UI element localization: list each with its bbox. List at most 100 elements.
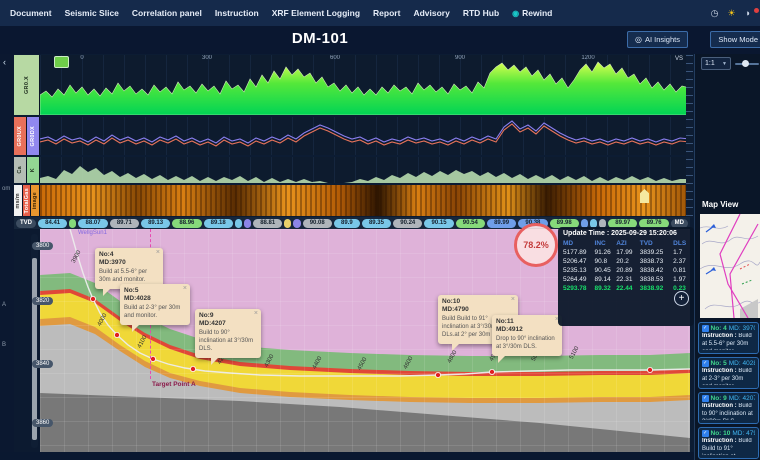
instruction-card[interactable]: ✓No: 5MD: 4028Instruction : Build at 2-3… bbox=[698, 357, 759, 389]
progress-badge: 78.2% bbox=[514, 223, 558, 267]
update-time: Update Time : 2025-09-29 15:20:06 bbox=[563, 230, 689, 237]
menu-item-correlation-panel[interactable]: Correlation panel bbox=[132, 8, 202, 18]
map-graphic bbox=[700, 214, 760, 318]
survey-cell: 3839.25 bbox=[640, 248, 673, 257]
curve-label-chip[interactable]: K bbox=[27, 157, 40, 183]
tvd-axis-label: 3800 bbox=[32, 242, 53, 250]
curve-label-chip[interactable]: Ca bbox=[14, 157, 27, 183]
track-handle[interactable] bbox=[54, 56, 69, 68]
callout-md: MD:4912 bbox=[496, 326, 558, 334]
ruler-tick: 900 bbox=[455, 55, 465, 61]
curve-label-chip[interactable]: GR0.X bbox=[14, 55, 40, 115]
curve-label-chip[interactable]: GR0UX bbox=[14, 117, 27, 155]
bottom-strip bbox=[0, 452, 694, 460]
ruler-tick: 0 bbox=[80, 55, 83, 61]
ai-insights-label: AI Insights bbox=[645, 35, 680, 44]
callout-no11: No:11MD:4912Drop to 90° inclination at 3… bbox=[492, 315, 562, 356]
tvd-value-pill bbox=[284, 219, 291, 228]
well-label: WellgSun1 bbox=[78, 230, 107, 236]
tvd-value-pill: 84.41 bbox=[38, 219, 67, 228]
show-mode-button[interactable]: Show Mode bbox=[710, 31, 760, 48]
instruction-card[interactable]: ✓No: 10MD: 4790Instruction : Build Build… bbox=[698, 427, 759, 459]
instruction-card-list: ✓No: 4MD: 3970Instruction : Build at 5.5… bbox=[698, 322, 759, 460]
ai-insights-button[interactable]: ◎ AI Insights bbox=[627, 31, 688, 48]
chevron-down-icon: ▼ bbox=[722, 61, 727, 67]
track-gr-labels: GR0.X bbox=[14, 55, 40, 115]
curve-label-chip[interactable]: ms/m bbox=[14, 185, 23, 216]
tvd-value-pill: 89.71 bbox=[110, 219, 139, 228]
menu-item-rtd-hub[interactable]: RTD Hub bbox=[463, 8, 499, 18]
survey-col-tvd: TVD bbox=[640, 239, 673, 248]
survey-panel: Update Time : 2025-09-29 15:20:06 MDINCA… bbox=[558, 227, 694, 326]
cross-section: WellgSun1 Target Point A 380038203840386… bbox=[14, 229, 690, 452]
instruction-card[interactable]: ✓No: 4MD: 3970Instruction : Build at 5.5… bbox=[698, 322, 759, 354]
theme-sun-icon[interactable]: ☀ bbox=[727, 8, 735, 19]
checkbox-checked-icon[interactable]: ✓ bbox=[702, 395, 709, 402]
menu-item-xrf-element-logging[interactable]: XRF Element Logging bbox=[272, 8, 360, 18]
track-image-log-plot[interactable] bbox=[40, 185, 690, 216]
callout-tail bbox=[498, 355, 506, 363]
callout-no: No:4 bbox=[99, 251, 159, 259]
curve-label: GR0.X bbox=[24, 76, 30, 94]
card-instruction-label: Instruction : bbox=[702, 368, 738, 374]
track-image-log-labels: ms/mTotalGasimage bbox=[14, 185, 40, 216]
survey-col-md: MD bbox=[563, 239, 595, 248]
menu-item-rewind[interactable]: ◉Rewind bbox=[512, 8, 552, 18]
callout-no9: No:9MD:4207Build to 90° inclination at 3… bbox=[195, 309, 261, 358]
checkbox-checked-icon[interactable]: ✓ bbox=[702, 430, 709, 437]
instruction-card[interactable]: ✓No: 9MD: 4207Instruction : Build to 90°… bbox=[698, 392, 759, 424]
survey-cell: 3838.92 bbox=[640, 284, 673, 293]
tvd-axis-toggle[interactable]: TVD bbox=[16, 219, 36, 228]
survey-col-inc: INC bbox=[595, 239, 617, 248]
checkbox-checked-icon[interactable]: ✓ bbox=[702, 360, 709, 367]
survey-cell: 2.37 bbox=[673, 257, 689, 266]
curve-label-chip[interactable]: TotalGas bbox=[23, 185, 32, 216]
curve-label-chip[interactable]: image bbox=[31, 185, 40, 216]
rail-label: A bbox=[2, 302, 6, 308]
left-collapse-rail[interactable]: ‹ om A B bbox=[0, 54, 14, 460]
callout-tail bbox=[103, 288, 111, 296]
track-gr-plot[interactable]: 03006009001200 bbox=[40, 55, 690, 115]
contrast-icon[interactable]: ◑ bbox=[745, 8, 750, 18]
section-scrollbar-thumb[interactable] bbox=[32, 258, 37, 440]
title-bar: DM-101 ◎ AI Insights Show Mode bbox=[0, 26, 760, 54]
close-icon[interactable]: × bbox=[183, 285, 187, 292]
menu-item-report[interactable]: Report bbox=[373, 8, 400, 18]
tvd-value-pill bbox=[69, 219, 76, 228]
checkbox-checked-icon[interactable]: ✓ bbox=[702, 325, 709, 332]
card-instruction-label: Instruction : bbox=[702, 333, 738, 339]
callout-no: No:5 bbox=[124, 287, 186, 295]
survey-cell: 1.97 bbox=[673, 275, 689, 284]
zoom-in-button[interactable]: + bbox=[674, 291, 689, 306]
curve-label-chip[interactable]: GR0DX bbox=[27, 117, 40, 155]
scale-select[interactable]: 1:1 ▼ bbox=[701, 57, 731, 70]
menu-item-label: Seismic Slice bbox=[65, 8, 119, 18]
callout-tail bbox=[132, 324, 140, 332]
tvd-value-pill bbox=[244, 219, 251, 228]
top-icons: ◷ ☀ ◑ bbox=[711, 8, 760, 19]
close-icon[interactable]: × bbox=[156, 249, 160, 256]
track-ca-k-plot[interactable] bbox=[40, 157, 690, 183]
rail-label: B bbox=[2, 342, 6, 348]
map-thumbnail[interactable] bbox=[700, 214, 760, 318]
menu-item-document[interactable]: Document bbox=[10, 8, 52, 18]
survey-cell: 89.32 bbox=[595, 284, 617, 293]
menu-item-label: Document bbox=[10, 8, 52, 18]
callout-md: MD:4790 bbox=[442, 306, 514, 314]
menu-item-label: Instruction bbox=[215, 8, 259, 18]
menu-item-advisory[interactable]: Advisory bbox=[413, 8, 449, 18]
survey-cell: 5264.49 bbox=[563, 275, 595, 284]
callout-tail bbox=[452, 343, 460, 351]
ruler-tick: 1200 bbox=[581, 55, 594, 61]
zoom-slider-knob[interactable] bbox=[742, 60, 749, 67]
callout-no: No:11 bbox=[496, 318, 558, 326]
survey-cell: 0.81 bbox=[673, 266, 689, 275]
survey-cell: 20.89 bbox=[616, 266, 640, 275]
collapse-left-icon[interactable]: ‹ bbox=[3, 57, 6, 67]
history-icon[interactable]: ◷ bbox=[711, 8, 719, 19]
close-icon[interactable]: × bbox=[511, 296, 515, 303]
track-gr-updown-plot[interactable] bbox=[40, 117, 690, 155]
close-icon[interactable]: × bbox=[254, 310, 258, 317]
menu-item-instruction[interactable]: Instruction bbox=[215, 8, 259, 18]
menu-item-seismic-slice[interactable]: Seismic Slice bbox=[65, 8, 119, 18]
